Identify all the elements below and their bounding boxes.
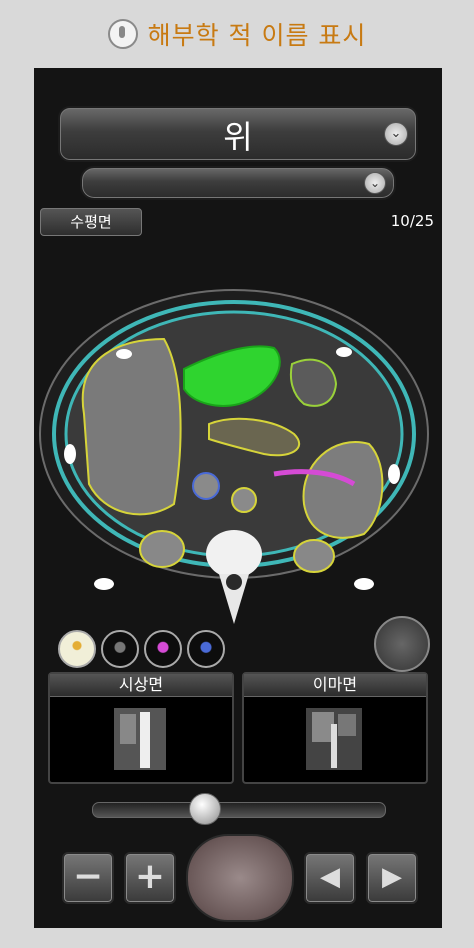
artery-layer-icon[interactable]	[144, 630, 182, 668]
zoom-out-button[interactable]: −	[62, 852, 114, 904]
liver	[81, 337, 182, 516]
touch-hand-icon	[107, 19, 138, 49]
chevron-down-icon[interactable]: ⌄	[384, 122, 408, 146]
viewer-panel: 위 ⌄ ⌄ 수평면 10/25 시상면 이마면 − + ◀ ▶	[34, 68, 442, 928]
rib	[388, 464, 400, 484]
triangle-right-icon[interactable]: ▶	[366, 852, 418, 904]
coronal-label: 이마면	[244, 674, 426, 697]
rib	[354, 578, 374, 590]
layer-toggle-group	[58, 630, 225, 668]
rib	[64, 444, 76, 464]
aorta	[231, 487, 257, 513]
ct-axial-image[interactable]	[34, 244, 442, 684]
hand-pointer-icon[interactable]	[186, 834, 294, 922]
left-kidney	[293, 539, 335, 573]
slider-knob[interactable]	[189, 793, 221, 825]
coronal-image	[306, 708, 362, 770]
structure-dropdown[interactable]: 위 ⌄	[58, 106, 418, 162]
sagittal-image	[114, 708, 166, 770]
app-title: 해부학 적 이름 표시	[147, 21, 367, 50]
slice-counter: 10/25	[390, 212, 434, 230]
organ-view-toggle-icon[interactable]	[374, 616, 430, 672]
rib	[116, 349, 132, 359]
chevron-down-icon[interactable]: ⌄	[364, 172, 386, 194]
inferior-vena-cava	[192, 472, 220, 500]
slice-slider[interactable]	[92, 793, 386, 825]
sagittal-thumbnail[interactable]: 시상면	[48, 672, 234, 784]
triangle-left-icon[interactable]: ◀	[304, 852, 356, 904]
structure-dropdown-value: 위	[223, 118, 253, 156]
rib	[94, 578, 114, 590]
coronal-thumbnail[interactable]: 이마면	[242, 672, 428, 784]
sub-structure-dropdown[interactable]: ⌄	[80, 166, 396, 200]
zoom-in-button[interactable]: +	[124, 852, 176, 904]
plane-button[interactable]: 수평면	[40, 208, 142, 236]
spinal-canal	[226, 574, 242, 590]
bone-layer-icon[interactable]	[58, 630, 96, 668]
descending-colon	[289, 358, 338, 407]
sagittal-label: 시상면	[50, 674, 232, 697]
vessel-layer-icon[interactable]	[101, 630, 139, 668]
vertebral-body	[206, 530, 262, 578]
right-kidney	[139, 530, 185, 568]
rib	[336, 347, 352, 357]
vein-layer-icon[interactable]	[187, 630, 225, 668]
app-header: 해부학 적 이름 표시	[0, 0, 474, 68]
